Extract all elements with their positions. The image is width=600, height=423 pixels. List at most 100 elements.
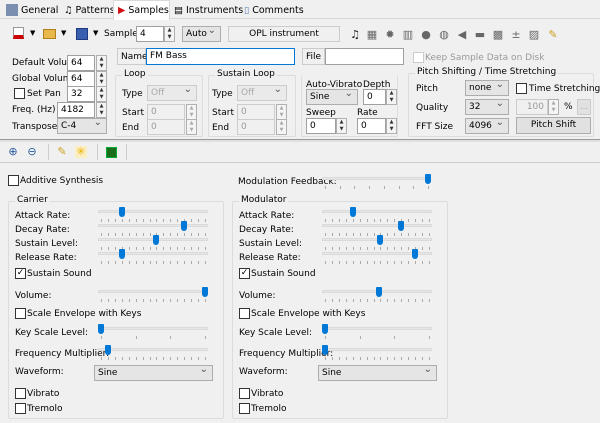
invert-icon[interactable]: ± — [510, 29, 522, 41]
slider-thumb[interactable] — [98, 324, 104, 334]
sample-grid-toggle-icon[interactable] — [106, 147, 117, 158]
key-scale-level-slider[interactable] — [322, 324, 432, 340]
transpose-select[interactable]: C-4 — [57, 116, 107, 134]
sustain-loop-start-spinner[interactable]: ▲ ▼ — [276, 104, 287, 120]
waveform-select[interactable]: Sine — [94, 363, 213, 381]
vibrato-depth-input[interactable]: 0 — [363, 89, 386, 105]
save-icon[interactable] — [76, 28, 88, 40]
pan-input[interactable]: 32 — [67, 86, 95, 102]
reverse-icon[interactable]: ◀ — [456, 29, 468, 41]
open-folder-icon[interactable] — [43, 29, 56, 39]
tab-comments[interactable]: ▯ Comments — [240, 1, 305, 19]
slider-thumb[interactable] — [425, 174, 431, 184]
stereo-icon[interactable]: ◍ — [438, 29, 450, 41]
tab-patterns[interactable]: ♫ Patterns — [60, 1, 115, 19]
vibrato-rate-input[interactable]: 0 — [357, 118, 386, 134]
slider-thumb[interactable] — [398, 221, 405, 231]
key-scale-level-slider[interactable] — [98, 324, 208, 340]
vibrato-checkbox[interactable] — [239, 388, 250, 399]
sustain-loop-end-spinner[interactable]: ▲ ▼ — [276, 119, 287, 135]
name-input[interactable]: FM Bass — [146, 48, 295, 65]
file-input[interactable] — [325, 48, 404, 65]
release-slider[interactable] — [322, 249, 432, 265]
zoom-in-icon[interactable]: ⊕ — [7, 146, 19, 158]
zoom-out-icon[interactable]: ⊖ — [26, 146, 38, 158]
tremolo-checkbox[interactable] — [15, 403, 26, 414]
sample-grid-icon[interactable]: ▨ — [528, 29, 540, 41]
open-dropdown-arrow[interactable]: ▼ — [61, 29, 66, 37]
splitter[interactable] — [0, 139, 600, 142]
vibrato-checkbox[interactable] — [15, 388, 26, 399]
vibrato-sweep-spinner[interactable]: ▲ ▼ — [336, 118, 347, 134]
slider-thumb[interactable] — [118, 207, 125, 217]
resample-icon[interactable]: ▥ — [402, 29, 414, 41]
sample-spinner[interactable]: ▲ ▼ — [164, 26, 175, 42]
slider-thumb[interactable] — [349, 207, 356, 217]
slider-thumb[interactable] — [104, 345, 111, 355]
pitch-select[interactable]: none — [465, 78, 509, 96]
stretch-options-button[interactable]: ... — [577, 99, 591, 115]
release-slider[interactable] — [98, 249, 208, 265]
crossfade-icon[interactable]: ▩ — [492, 29, 504, 41]
frequency-input[interactable]: 4182 — [57, 102, 95, 118]
vibrato-type-select[interactable]: Sine — [306, 87, 358, 105]
sample-number-input[interactable]: 4 — [136, 26, 164, 42]
slider-thumb[interactable] — [322, 324, 328, 334]
volume-slider[interactable] — [98, 287, 208, 303]
additive-synthesis-checkbox[interactable] — [8, 175, 19, 186]
slider-thumb[interactable] — [377, 235, 384, 245]
play-note-icon[interactable]: ♫ — [349, 29, 361, 41]
pencil-icon[interactable]: ✎ — [547, 29, 559, 41]
mode-select[interactable]: Auto — [182, 24, 221, 42]
default-volume-spinner[interactable]: ▲ ▼ — [96, 55, 107, 71]
global-volume-input[interactable]: 64 — [67, 71, 95, 87]
slider-thumb[interactable] — [376, 287, 383, 297]
new-dropdown-arrow[interactable]: ▼ — [30, 29, 35, 37]
quality-select[interactable]: 32 — [465, 97, 509, 115]
draw-pencil-icon[interactable]: ✎ — [56, 146, 68, 158]
vibrato-rate-spinner[interactable]: ▲ ▼ — [386, 118, 397, 134]
slider-thumb[interactable] — [412, 249, 419, 259]
time-stretching-checkbox[interactable] — [516, 83, 527, 94]
volume-slider[interactable] — [322, 287, 432, 303]
tab-instruments[interactable]: ▤ Instruments — [170, 1, 243, 19]
loop-start-input[interactable]: 0 — [147, 104, 185, 120]
frequency-multiplier-slider[interactable] — [322, 345, 432, 361]
scale-envelope-checkbox[interactable] — [239, 308, 250, 319]
vibrato-sweep-input[interactable]: 0 — [306, 118, 336, 134]
scale-envelope-checkbox[interactable] — [15, 308, 26, 319]
loop-start-spinner[interactable]: ▲ ▼ — [186, 104, 197, 120]
loop-end-spinner[interactable]: ▲ ▼ — [186, 119, 197, 135]
global-volume-spinner[interactable]: ▲ ▼ — [96, 71, 107, 87]
keep-on-disk-checkbox[interactable] — [413, 52, 424, 63]
modulation-feedback-slider[interactable] — [322, 174, 431, 190]
set-pan-checkbox[interactable] — [14, 88, 25, 99]
slider-thumb[interactable] — [322, 345, 328, 355]
tab-general[interactable]: General — [2, 1, 60, 19]
default-volume-input[interactable]: 64 — [67, 55, 95, 71]
pan-spinner[interactable]: ▲ ▼ — [96, 86, 107, 102]
stretch-ratio-input[interactable]: 100 — [516, 99, 548, 115]
waveform-select[interactable]: Sine — [318, 363, 437, 381]
loop-type-select[interactable]: Off — [147, 83, 197, 101]
loop-end-input[interactable]: 0 — [147, 119, 185, 135]
amplify-icon[interactable]: ✹ — [384, 29, 396, 41]
tremolo-checkbox[interactable] — [239, 403, 250, 414]
pitch-shift-button[interactable]: Pitch Shift — [516, 117, 591, 134]
frequency-multiplier-slider[interactable] — [98, 345, 208, 361]
slider-thumb[interactable] — [118, 249, 125, 259]
sustain-loop-end-input[interactable]: 0 — [237, 119, 275, 135]
slider-thumb[interactable] — [181, 221, 188, 231]
save-dropdown-arrow[interactable]: ▼ — [93, 29, 98, 37]
stretch-ratio-spinner[interactable]: ▲ ▼ — [548, 99, 559, 115]
silence-icon[interactable]: ▬ — [474, 29, 486, 41]
sustain-loop-start-input[interactable]: 0 — [237, 104, 275, 120]
vibrato-depth-spinner[interactable]: ▲ ▼ — [386, 89, 397, 105]
tab-samples[interactable]: ▶ Samples — [113, 0, 170, 20]
select-all-icon[interactable]: ✳ — [75, 146, 87, 158]
dc-offset-icon[interactable]: ● — [420, 29, 432, 41]
sustain-loop-type-select[interactable]: Off — [237, 83, 287, 101]
normalize-icon[interactable]: ▦ — [366, 29, 378, 41]
fft-size-select[interactable]: 4096 — [465, 116, 509, 134]
slider-thumb[interactable] — [202, 287, 208, 297]
